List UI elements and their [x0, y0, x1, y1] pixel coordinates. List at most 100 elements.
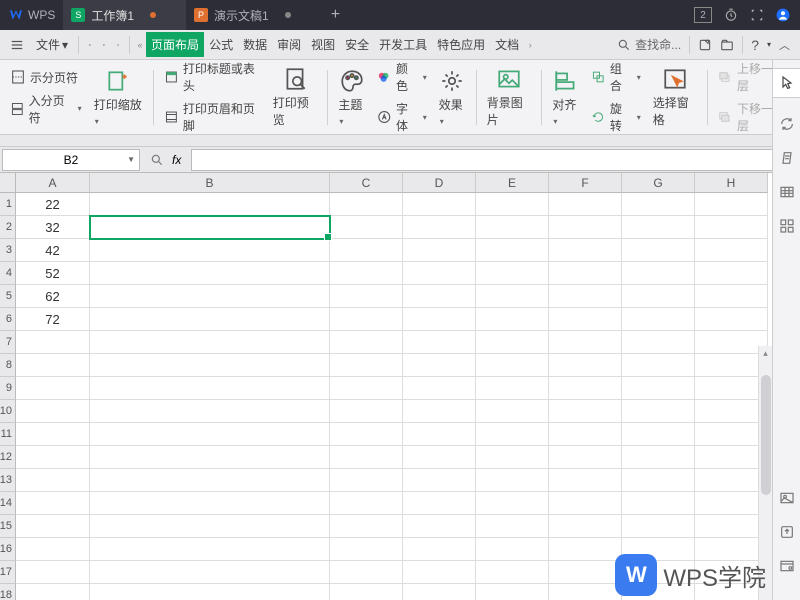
row-header[interactable]: 4 [0, 262, 16, 285]
cell[interactable] [16, 515, 90, 538]
user-avatar-icon[interactable] [776, 8, 790, 22]
folder-icon[interactable] [720, 38, 734, 52]
cell[interactable] [90, 262, 330, 285]
row-header[interactable]: 13 [0, 469, 16, 492]
print-zoom-button[interactable]: 打印缩放▾ [90, 68, 147, 127]
cursor-icon[interactable] [779, 75, 795, 91]
tab-doc[interactable]: 文档 [490, 32, 524, 57]
cell[interactable] [16, 584, 90, 600]
cell[interactable] [330, 308, 403, 331]
cell[interactable] [695, 308, 768, 331]
file-menu[interactable]: 文件▾ [30, 32, 74, 57]
collapse-left-icon[interactable]: « [134, 40, 146, 50]
collapse-right-icon[interactable]: › [524, 40, 536, 50]
color-button[interactable]: 颜色▾ [377, 60, 426, 94]
cell[interactable] [549, 377, 622, 400]
row-header[interactable]: 6 [0, 308, 16, 331]
cell[interactable] [90, 492, 330, 515]
row-header[interactable]: 17 [0, 561, 16, 584]
cell[interactable] [695, 239, 768, 262]
cell[interactable] [549, 285, 622, 308]
cell[interactable] [549, 561, 622, 584]
cell[interactable] [622, 193, 695, 216]
cell[interactable] [622, 216, 695, 239]
column-header[interactable]: G [622, 173, 695, 193]
cell[interactable] [16, 538, 90, 561]
cell[interactable] [476, 262, 549, 285]
cell[interactable] [90, 469, 330, 492]
cell[interactable] [549, 331, 622, 354]
show-page-break[interactable]: 示分页符 [10, 69, 78, 86]
cell[interactable] [403, 193, 476, 216]
scrollbar-thumb[interactable] [761, 375, 771, 495]
cell[interactable] [549, 308, 622, 331]
cell[interactable] [549, 469, 622, 492]
cell[interactable] [622, 262, 695, 285]
row-header[interactable]: 7 [0, 331, 16, 354]
tab-devtools[interactable]: 开发工具 [374, 32, 432, 57]
cell[interactable] [403, 469, 476, 492]
cell[interactable] [16, 446, 90, 469]
cell[interactable] [403, 285, 476, 308]
table-icon[interactable] [779, 184, 795, 200]
menu-toggle-button[interactable] [4, 34, 30, 56]
print-title-button[interactable]: 打印标题或表头 [164, 60, 261, 94]
group-button[interactable]: 组合▾ [591, 60, 640, 94]
tab-data[interactable]: 数据 [238, 32, 272, 57]
select-all-corner[interactable] [0, 173, 16, 193]
cell[interactable] [622, 354, 695, 377]
cell[interactable] [622, 469, 695, 492]
cell[interactable] [90, 400, 330, 423]
cell[interactable] [330, 446, 403, 469]
cell[interactable] [330, 492, 403, 515]
cell[interactable] [16, 561, 90, 584]
timer-icon[interactable] [724, 8, 738, 22]
row-header[interactable]: 10 [0, 400, 16, 423]
cell[interactable] [476, 285, 549, 308]
cell[interactable]: 62 [16, 285, 90, 308]
cell[interactable] [476, 308, 549, 331]
select-pane-button[interactable]: 选择窗格 [649, 66, 702, 128]
print-preview-button[interactable]: 打印预览 [269, 66, 322, 128]
cell[interactable] [695, 262, 768, 285]
expand-fx-icon[interactable] [150, 153, 164, 167]
cell[interactable] [16, 492, 90, 515]
cell[interactable] [330, 400, 403, 423]
cell[interactable] [549, 423, 622, 446]
cell[interactable] [622, 400, 695, 423]
cell[interactable] [403, 239, 476, 262]
cell[interactable] [90, 423, 330, 446]
tab-special[interactable]: 特色应用 [432, 32, 490, 57]
cell[interactable] [330, 423, 403, 446]
cell[interactable] [549, 515, 622, 538]
cell[interactable] [330, 193, 403, 216]
window-count-badge[interactable]: 2 [694, 7, 712, 23]
cell[interactable]: 72 [16, 308, 90, 331]
cell[interactable] [476, 446, 549, 469]
row-header[interactable]: 3 [0, 239, 16, 262]
tab-security[interactable]: 安全 [340, 32, 374, 57]
cell[interactable] [403, 538, 476, 561]
name-box[interactable]: B2 ▼ [2, 149, 140, 171]
settings-icon[interactable] [779, 558, 795, 574]
cell[interactable] [403, 446, 476, 469]
column-header[interactable]: F [549, 173, 622, 193]
tab-formula[interactable]: 公式 [204, 32, 238, 57]
row-header[interactable]: 5 [0, 285, 16, 308]
column-header[interactable]: C [330, 173, 403, 193]
cell[interactable] [476, 423, 549, 446]
save-icon[interactable] [83, 38, 97, 52]
cell[interactable] [90, 239, 330, 262]
row-header[interactable]: 9 [0, 377, 16, 400]
tab-page-layout[interactable]: 页面布局 [146, 32, 204, 57]
tab-review[interactable]: 审阅 [272, 32, 306, 57]
cell[interactable] [90, 308, 330, 331]
row-header[interactable]: 15 [0, 515, 16, 538]
cell[interactable] [90, 285, 330, 308]
fx-label[interactable]: fx [172, 153, 181, 167]
cell[interactable] [476, 469, 549, 492]
cell[interactable] [403, 216, 476, 239]
cell[interactable] [16, 331, 90, 354]
chevron-down-icon[interactable]: ▼ [127, 155, 135, 164]
align-button[interactable]: 对齐▾ [548, 68, 583, 127]
